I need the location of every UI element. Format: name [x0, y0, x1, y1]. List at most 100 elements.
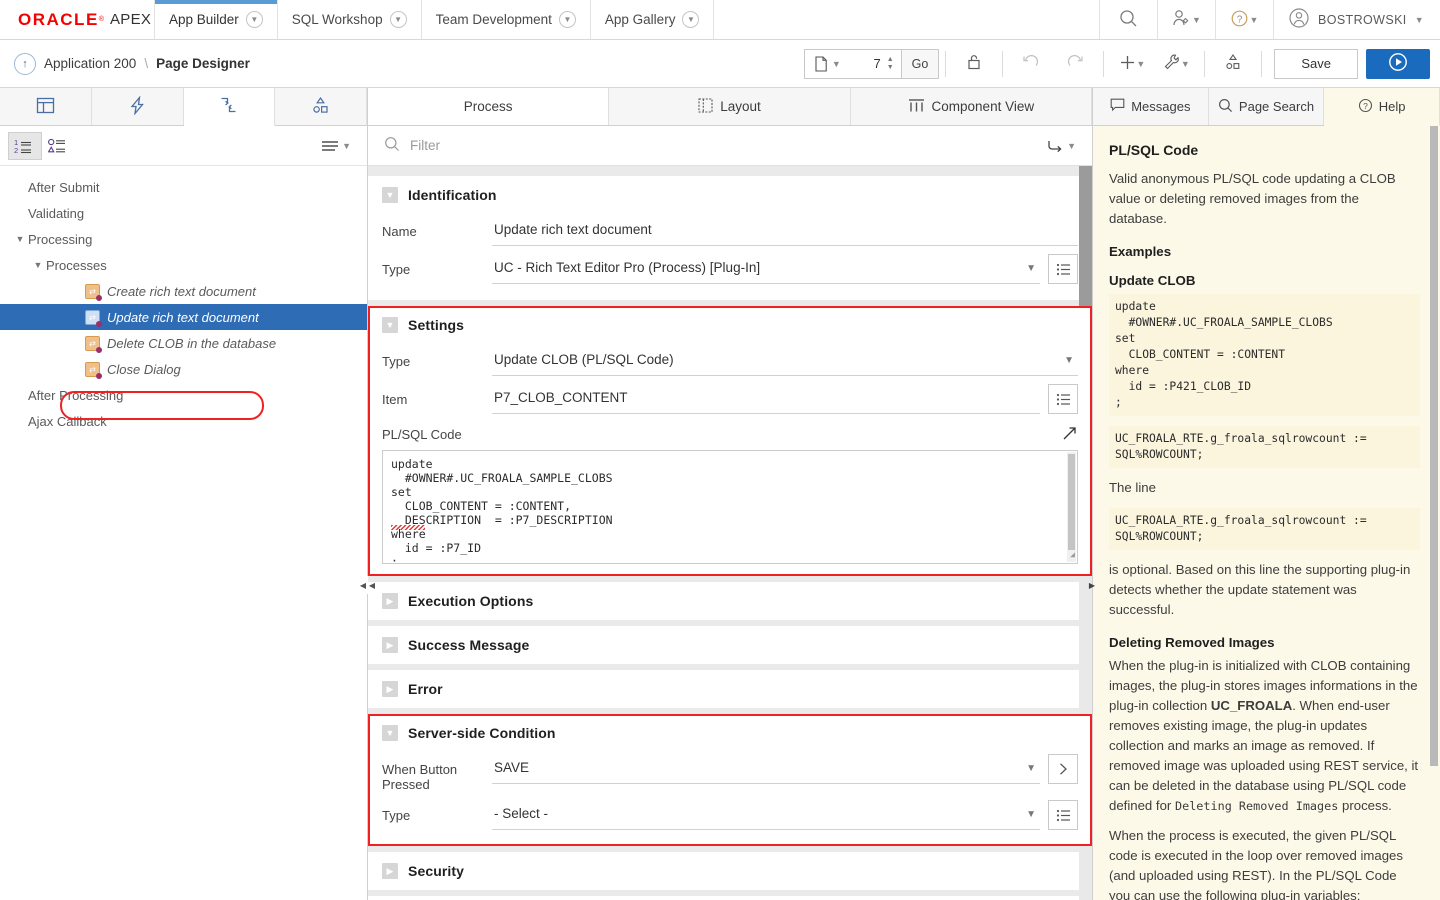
tree-node-after-submit[interactable]: After Submit: [0, 174, 367, 200]
go-button[interactable]: Go: [901, 50, 939, 78]
chevron-down-icon[interactable]: ▼: [682, 11, 699, 28]
help-scrollbar[interactable]: [1430, 126, 1438, 900]
tree-node-close-dialog[interactable]: ⇄ Close Dialog: [0, 356, 367, 382]
tree-node-update-rich-text-document[interactable]: ⇄ Update rich text document: [0, 304, 367, 330]
show-all-properties-button[interactable]: ▼: [1047, 138, 1076, 153]
tree-node-create-rich-text-document[interactable]: ⇄ Create rich text document: [0, 278, 367, 304]
lock-page-button[interactable]: [952, 44, 996, 84]
tree-node-label: Create rich text document: [107, 284, 256, 299]
run-icon: [1387, 51, 1409, 76]
goto-button-button[interactable]: [1048, 754, 1078, 784]
shared-components-button[interactable]: [1211, 44, 1255, 84]
section-header[interactable]: ▶ Success Message: [368, 626, 1092, 664]
tab-shared-components[interactable]: [275, 88, 367, 125]
left-panel-menu-button[interactable]: ▼: [321, 139, 359, 153]
nav-tab-app-gallery[interactable]: App Gallery ▼: [591, 0, 715, 39]
tab-processing[interactable]: [184, 88, 276, 126]
condition-type-select[interactable]: - Select - ▼: [492, 800, 1040, 830]
process-icon: ⇄: [85, 310, 100, 325]
help-execution-paragraph: When the process is executed, the given …: [1109, 826, 1420, 900]
section-header[interactable]: ▼ Identification: [368, 176, 1092, 214]
chevron-down-icon: ▼: [382, 317, 398, 333]
page-number-stepper[interactable]: ▲▼: [887, 56, 901, 71]
tab-rendering[interactable]: [0, 88, 92, 125]
run-page-button[interactable]: [1366, 49, 1430, 79]
create-menu-button[interactable]: ▼: [1110, 44, 1154, 84]
tab-layout[interactable]: Layout: [609, 88, 850, 125]
section-header[interactable]: ▶ Security: [368, 852, 1092, 890]
lightning-icon: [129, 96, 146, 118]
help-code-block-2: UC_FROALA_RTE.g_froala_sqlrowcount := SQ…: [1109, 426, 1420, 468]
field-label: Type: [382, 346, 492, 369]
type-select[interactable]: UC - Rich Text Editor Pro (Process) [Plu…: [492, 254, 1040, 284]
global-search-button[interactable]: [1100, 0, 1158, 39]
section-header[interactable]: ▼ Settings: [368, 306, 1092, 344]
field-condition-type: Type - Select - ▼: [368, 798, 1092, 846]
save-button[interactable]: Save: [1274, 49, 1358, 79]
filter-input[interactable]: [410, 138, 1037, 153]
type-lov-button[interactable]: [1048, 254, 1078, 284]
administration-button[interactable]: ▼: [1158, 0, 1216, 39]
nav-tab-sql-workshop[interactable]: SQL Workshop ▼: [278, 0, 422, 39]
chevron-down-icon[interactable]: ▼: [1192, 15, 1201, 25]
tab-process[interactable]: Process: [368, 88, 609, 125]
chevron-down-icon[interactable]: ▼: [1415, 15, 1424, 25]
message-icon: [1110, 98, 1125, 115]
section-header[interactable]: ▶ Error: [368, 670, 1092, 708]
tab-help[interactable]: ? Help: [1324, 88, 1440, 126]
tree-node-processes[interactable]: ▼ Processes: [0, 252, 367, 278]
item-input[interactable]: [492, 384, 1040, 414]
page-designer-toolbar: ↑ Application 200 \ Page Designer ▼ 7 ▲▼…: [0, 40, 1440, 88]
help-menu-button[interactable]: ? ▼: [1216, 0, 1274, 39]
tab-messages[interactable]: Messages: [1093, 88, 1209, 125]
user-menu-button[interactable]: BOSTROWSKI ▼: [1274, 0, 1440, 39]
navigate-up-icon[interactable]: ↑: [14, 53, 36, 75]
page-select-icon[interactable]: ▼: [805, 56, 847, 72]
page-selector[interactable]: ▼ 7 ▲▼ Go: [804, 49, 940, 79]
when-button-pressed-select[interactable]: SAVE ▼: [492, 754, 1040, 784]
oracle-apex-logo[interactable]: ORACLE® APEX: [0, 0, 155, 39]
section-header[interactable]: ▶ Configuration: [368, 896, 1092, 900]
chevron-down-icon[interactable]: ▼: [1249, 15, 1258, 25]
redo-button[interactable]: [1053, 44, 1097, 84]
columns-icon: [908, 98, 925, 116]
tree-node-processing[interactable]: ▼ Processing: [0, 226, 367, 252]
tab-component-view[interactable]: Component View: [851, 88, 1092, 125]
tab-page-search[interactable]: Page Search: [1209, 88, 1325, 125]
order-by-type-button[interactable]: [42, 132, 76, 160]
item-lov-button[interactable]: [1048, 384, 1078, 414]
utilities-icon: [1163, 53, 1181, 74]
tree-node-after-processing[interactable]: After Processing: [0, 382, 367, 408]
section-header[interactable]: ▼ Server-side Condition: [368, 714, 1092, 752]
order-by-sequence-button[interactable]: 12: [8, 132, 42, 160]
chevron-down-icon[interactable]: ▼: [559, 11, 576, 28]
condition-type-lov-button[interactable]: [1048, 800, 1078, 830]
breadcrumb-application[interactable]: Application 200: [44, 56, 136, 71]
tab-dynamic-actions[interactable]: [92, 88, 184, 125]
expand-left-panel-handle[interactable]: ◀: [367, 576, 377, 594]
plsql-code-editor[interactable]: update #OWNER#.UC_FROALA_SAMPLE_CLOBS se…: [382, 450, 1078, 564]
utilities-menu-button[interactable]: ▼: [1154, 44, 1198, 84]
collapse-right-panel-button[interactable]: ▶: [1087, 576, 1097, 594]
chevron-down-icon[interactable]: ▼: [246, 11, 263, 28]
chevron-down-icon[interactable]: ▼: [390, 11, 407, 28]
nav-tab-team-development[interactable]: Team Development ▼: [422, 0, 591, 39]
tree-node-validating[interactable]: Validating: [0, 200, 367, 226]
resize-handle-icon[interactable]: ◢: [1070, 548, 1075, 562]
settings-type-select[interactable]: Update CLOB (PL/SQL Code) ▼: [492, 346, 1078, 376]
nav-spacer: [714, 0, 1100, 39]
name-input[interactable]: [492, 216, 1078, 246]
page-number-input[interactable]: 7: [847, 56, 887, 71]
section-header[interactable]: ▶ Execution Options: [368, 582, 1092, 620]
chevron-down-icon[interactable]: ▼: [30, 260, 46, 270]
lock-icon: [966, 53, 982, 74]
chevron-down-icon[interactable]: ▼: [12, 234, 28, 244]
tree-node-label: Delete CLOB in the database: [107, 336, 276, 351]
field-item: Item: [368, 382, 1092, 420]
undo-button[interactable]: [1009, 44, 1053, 84]
nav-tab-app-builder[interactable]: App Builder ▼: [155, 0, 278, 39]
code-scrollbar[interactable]: [1067, 452, 1076, 562]
tree-node-delete-clob-in-the-database[interactable]: ⇄ Delete CLOB in the database: [0, 330, 367, 356]
tree-node-ajax-callback[interactable]: Ajax Callback: [0, 408, 367, 434]
expand-editor-icon[interactable]: [1062, 425, 1078, 444]
